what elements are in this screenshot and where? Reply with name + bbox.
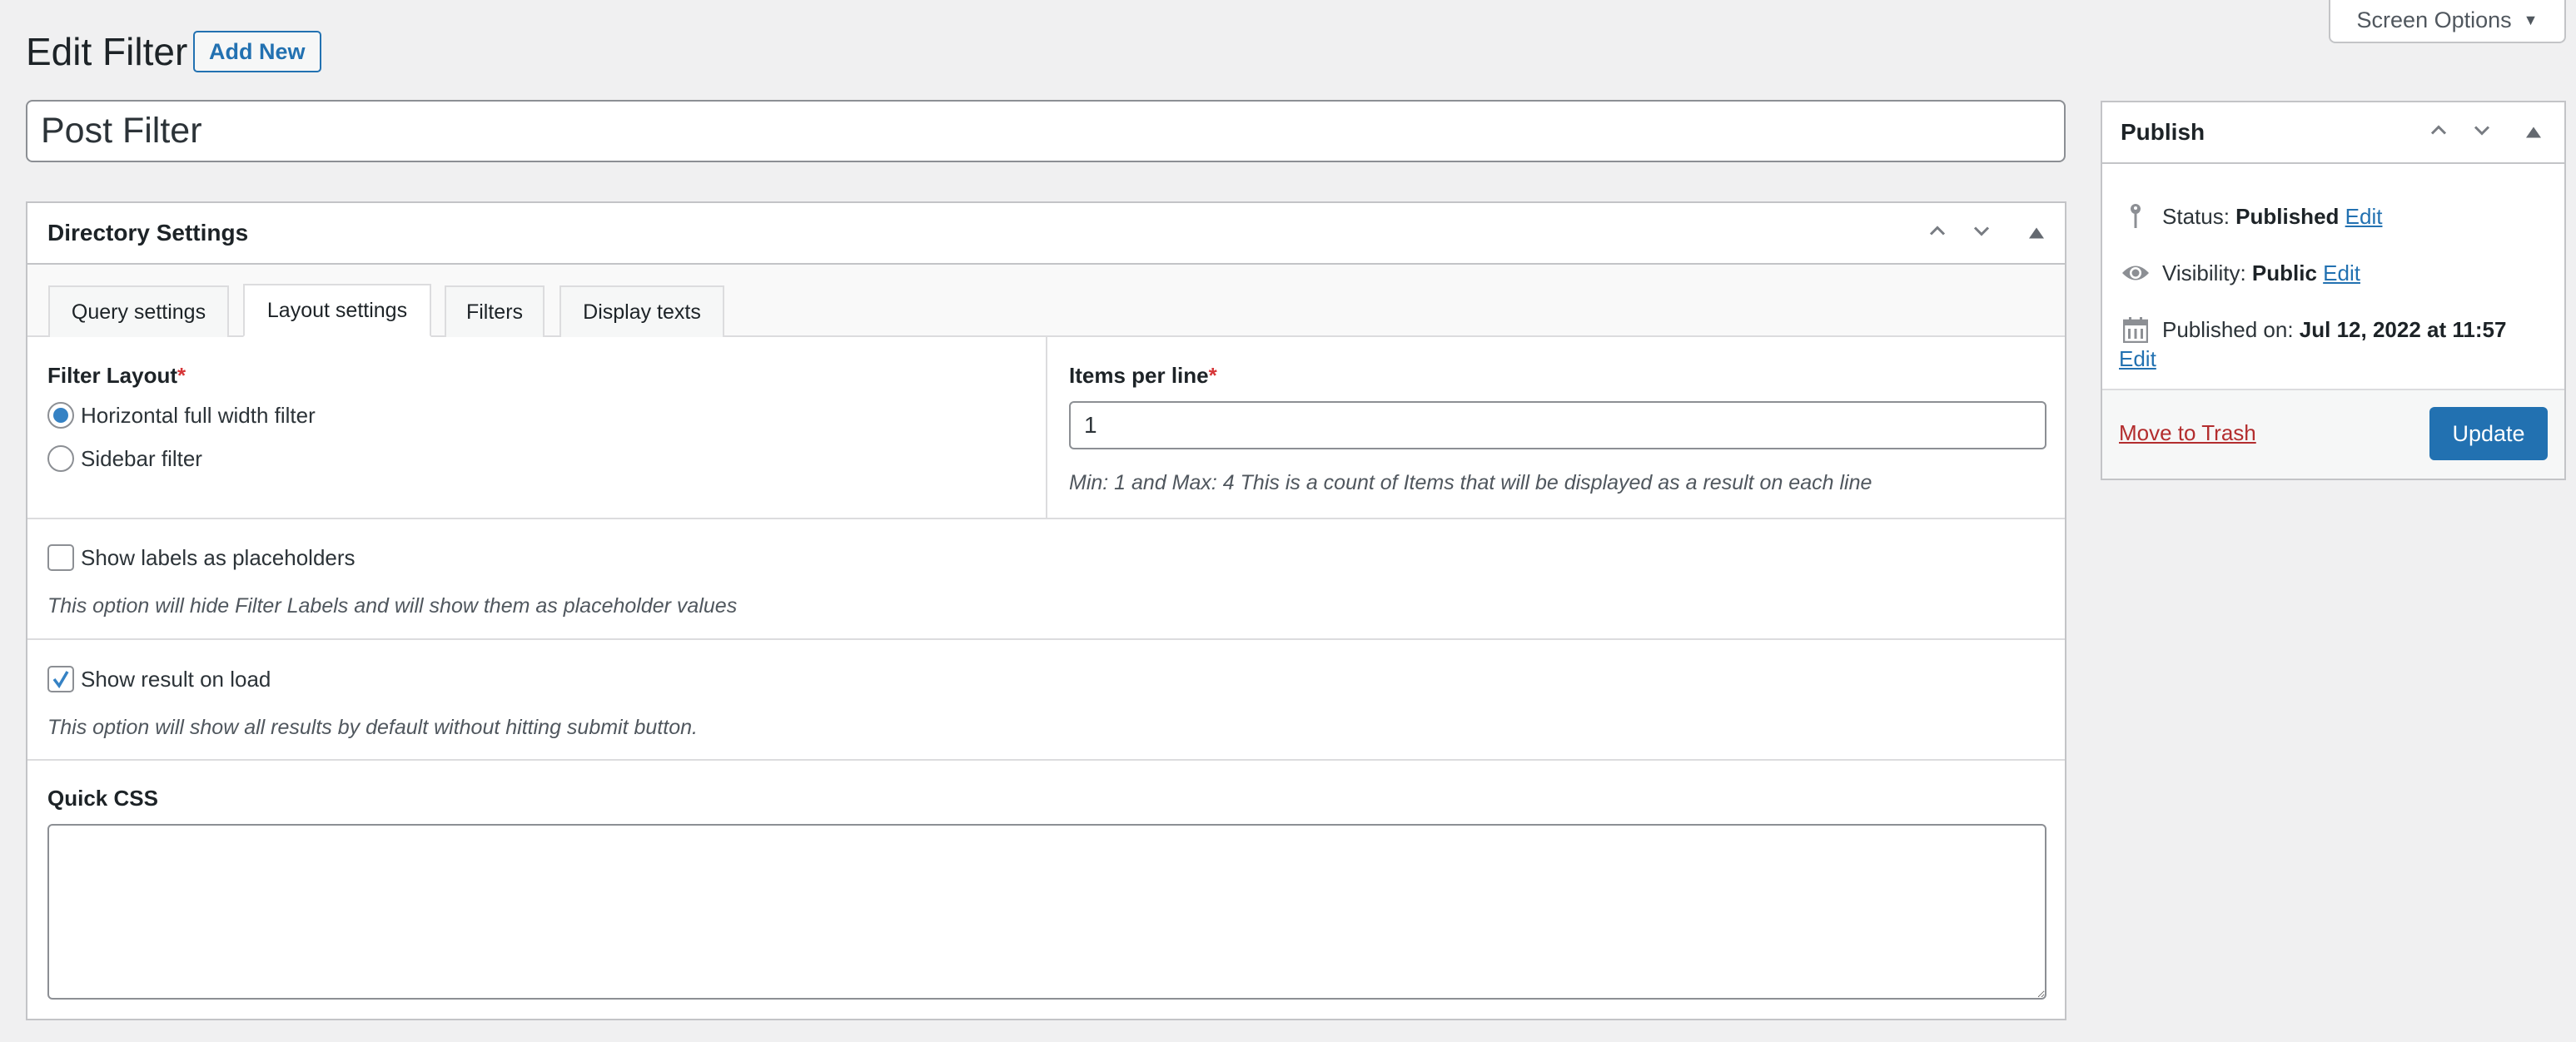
settings-tabs: Query settings Layout settings Filters D… — [27, 265, 2065, 337]
items-per-line-hint: Min: 1 and Max: 4 This is a count of Ite… — [1069, 471, 1872, 494]
publish-header: Publish — [2102, 102, 2564, 164]
visibility-value: Public — [2251, 260, 2317, 285]
radio-label: Sidebar filter — [81, 445, 202, 471]
directory-settings-header: Directory Settings — [27, 203, 2065, 265]
checkbox-label: Show result on load — [81, 666, 271, 692]
move-down-icon[interactable] — [2473, 120, 2491, 146]
radio-button[interactable] — [47, 445, 74, 472]
move-up-icon[interactable] — [1928, 221, 1947, 246]
show-labels-hint: This option will hide Filter Labels and … — [47, 594, 738, 618]
edit-status-link[interactable]: Edit — [2345, 204, 2383, 229]
status-row: Status: Published Edit — [2119, 201, 2551, 231]
required-mark: * — [1208, 363, 1217, 388]
page-title: Edit Filter — [26, 30, 188, 73]
caret-down-icon: ▼ — [2523, 11, 2539, 28]
publish-title: Publish — [2121, 119, 2206, 145]
screen-options-button[interactable]: Screen Options ▼ — [2329, 0, 2566, 43]
move-down-icon[interactable] — [1972, 221, 1991, 246]
collapse-toggle-icon[interactable] — [2029, 227, 2044, 239]
update-button[interactable]: Update — [2429, 407, 2548, 460]
quick-css-label: Quick CSS — [47, 786, 158, 811]
add-new-button[interactable]: Add New — [193, 31, 321, 72]
row-divider — [27, 518, 2065, 519]
published-on-label: Published on: — [2162, 317, 2294, 342]
calendar-icon — [2119, 315, 2152, 345]
required-mark: * — [177, 363, 186, 388]
radio-label: Horizontal full width filter — [81, 402, 316, 428]
tab-query-settings[interactable]: Query settings — [48, 285, 229, 337]
checkbox-checked[interactable] — [47, 666, 74, 692]
items-per-line-input[interactable] — [1069, 401, 2046, 449]
visibility-row: Visibility: Public Edit — [2119, 258, 2551, 288]
checkmark-icon — [52, 671, 69, 689]
items-per-line-label: Items per line* — [1069, 363, 1217, 388]
show-result-on-load-checkbox[interactable]: Show result on load — [47, 666, 271, 692]
filter-layout-label: Filter Layout* — [47, 363, 186, 388]
edit-visibility-link[interactable]: Edit — [2323, 260, 2360, 285]
column-divider — [1046, 337, 1047, 519]
show-labels-as-placeholders-checkbox[interactable]: Show labels as placeholders — [47, 544, 356, 571]
show-result-hint: This option will show all results by def… — [47, 716, 698, 739]
row-divider — [27, 759, 2065, 761]
edit-date-link[interactable]: Edit — [2119, 346, 2156, 372]
tab-display-texts[interactable]: Display texts — [559, 285, 724, 337]
radio-horizontal-full-width[interactable]: Horizontal full width filter — [47, 402, 316, 429]
tab-layout-settings[interactable]: Layout settings — [243, 284, 431, 337]
status-label: Status: — [2162, 204, 2230, 229]
post-title-input[interactable] — [26, 100, 2066, 162]
tab-filters[interactable]: Filters — [445, 285, 545, 337]
published-on-value: Jul 12, 2022 at 11:57 — [2299, 317, 2507, 342]
collapse-toggle-icon[interactable] — [2526, 127, 2541, 138]
visibility-label: Visibility: — [2162, 260, 2246, 285]
status-value: Published — [2235, 204, 2340, 229]
radio-sidebar-filter[interactable]: Sidebar filter — [47, 445, 202, 472]
move-up-icon[interactable] — [2429, 120, 2448, 146]
pin-icon — [2119, 201, 2152, 231]
directory-settings-title: Directory Settings — [47, 220, 249, 246]
quick-css-textarea[interactable] — [47, 824, 2046, 1000]
publish-actions: Move to Trash Update — [2102, 389, 2564, 479]
eye-icon — [2119, 258, 2152, 288]
move-to-trash-link[interactable]: Move to Trash — [2119, 420, 2256, 446]
screen-options-label: Screen Options — [2356, 7, 2512, 32]
checkbox-unchecked[interactable] — [47, 544, 74, 571]
directory-settings-box: Directory Settings Query settings Layout… — [26, 201, 2066, 1020]
checkbox-label: Show labels as placeholders — [81, 544, 356, 570]
published-on-row: Published on: Jul 12, 2022 at 11:57 — [2119, 315, 2551, 345]
radio-button-selected[interactable] — [47, 402, 74, 429]
publish-box: Publish Status: Published Edit Visibilit… — [2101, 101, 2566, 480]
row-divider — [27, 638, 2065, 640]
